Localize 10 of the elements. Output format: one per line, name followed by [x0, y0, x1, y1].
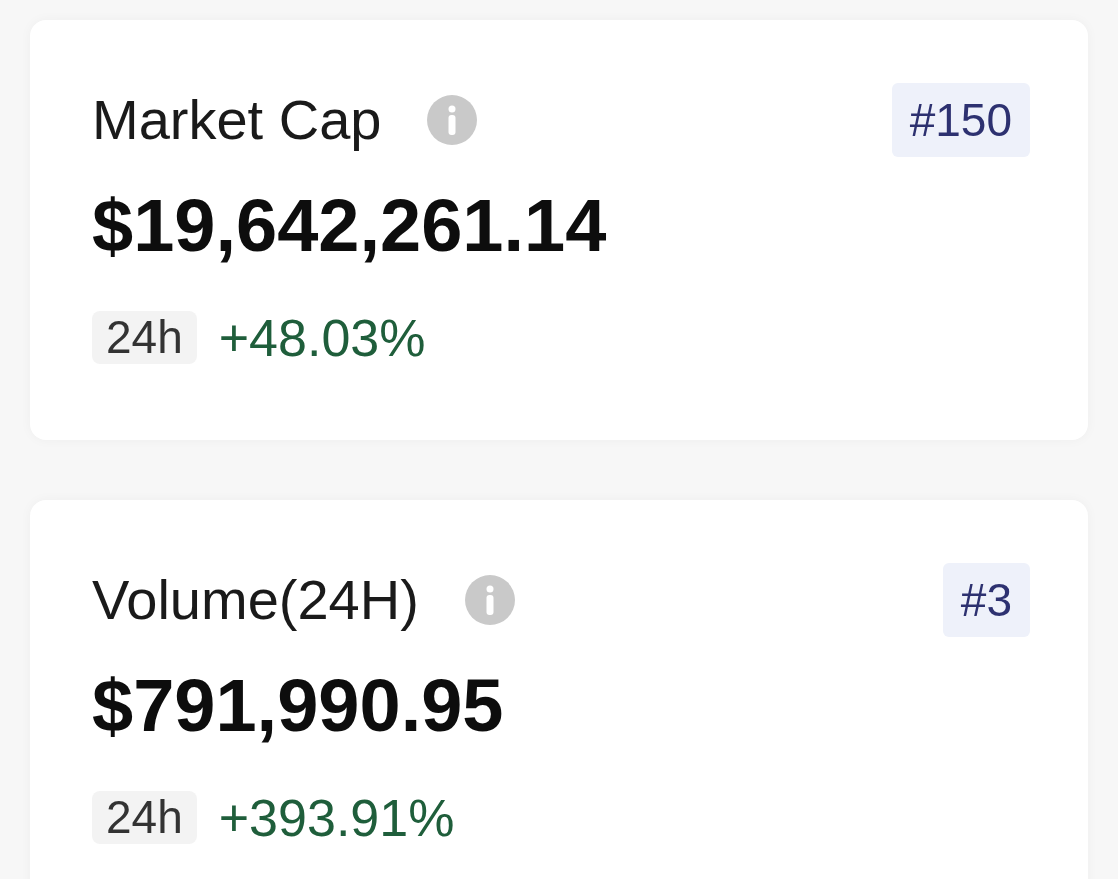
rank-badge: #3: [942, 562, 1030, 637]
info-icon[interactable]: [464, 574, 515, 625]
info-icon[interactable]: [427, 94, 478, 145]
rank-badge: #150: [891, 82, 1030, 157]
change-percent: +48.03%: [218, 311, 426, 364]
change-percent: +393.91%: [218, 791, 455, 844]
metric-value: $19,642,261.14: [92, 189, 607, 263]
period-chip: 24h: [92, 311, 197, 364]
metric-value: $791,990.95: [92, 669, 504, 743]
period-chip: 24h: [92, 791, 197, 844]
